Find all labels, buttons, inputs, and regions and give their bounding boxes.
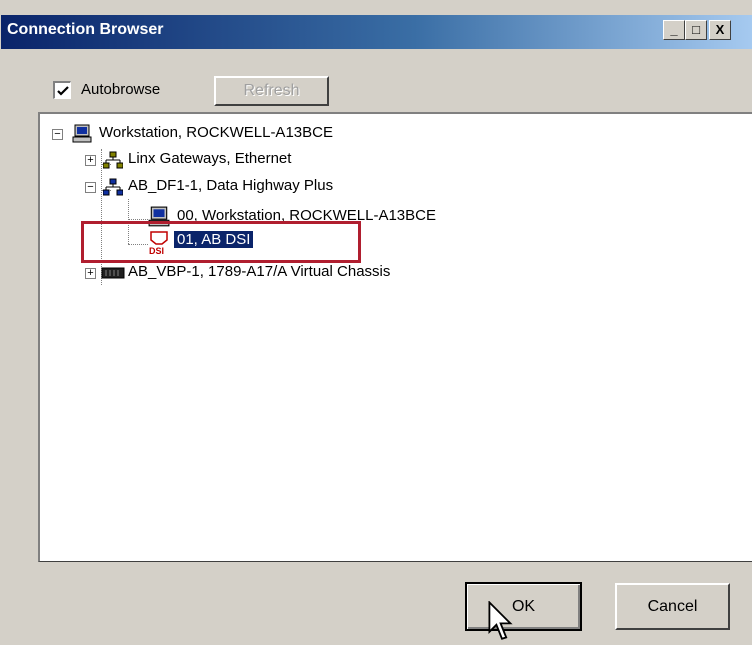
- tree-node-label: Workstation, ROCKWELL-A13BCE: [99, 124, 333, 141]
- cancel-button[interactable]: Cancel: [615, 583, 730, 630]
- collapse-icon[interactable]: −: [85, 182, 96, 193]
- maximize-icon: □: [692, 22, 700, 37]
- expand-icon[interactable]: +: [85, 155, 96, 166]
- tree-connector-line: [128, 219, 148, 220]
- highlight-annotation-box: [81, 221, 361, 263]
- expand-icon[interactable]: +: [85, 268, 96, 279]
- network-icon: [103, 178, 123, 196]
- connection-tree[interactable]: − Workstation, ROCKWELL-A13BCE + Linx Ga…: [38, 112, 752, 562]
- minimize-button[interactable]: _: [663, 20, 685, 40]
- network-icon: [103, 151, 123, 169]
- collapse-icon[interactable]: −: [52, 129, 63, 140]
- autobrowse-checkbox[interactable]: [53, 81, 71, 99]
- checkmark-icon: [57, 86, 69, 96]
- chassis-icon: [101, 267, 125, 279]
- title-bar[interactable]: Connection Browser _ □ X: [1, 15, 752, 49]
- workstation-icon: [72, 124, 92, 143]
- close-button[interactable]: X: [709, 20, 731, 40]
- tree-node-label: AB_VBP-1, 1789-A17/A Virtual Chassis: [128, 263, 391, 280]
- maximize-button[interactable]: □: [685, 20, 707, 40]
- mouse-pointer-icon: [488, 601, 513, 640]
- connection-browser-window: Connection Browser _ □ X Autobrowse Refr…: [0, 0, 752, 645]
- window-title: Connection Browser: [7, 21, 164, 38]
- minimize-icon: _: [670, 22, 678, 37]
- refresh-button-label: Refresh: [243, 82, 300, 99]
- ok-button[interactable]: OK: [465, 582, 582, 631]
- cancel-button-label: Cancel: [647, 598, 698, 615]
- close-icon: X: [715, 22, 725, 37]
- tree-node-linx-gateways[interactable]: + Linx Gateways, Ethernet: [85, 149, 485, 171]
- tree-node-root[interactable]: − Workstation, ROCKWELL-A13BCE: [52, 123, 472, 145]
- tree-node-label: AB_DF1-1, Data Highway Plus: [128, 177, 334, 194]
- tree-node-ab-df1[interactable]: − AB_DF1-1, Data Highway Plus: [85, 176, 485, 198]
- tree-node-label: Linx Gateways, Ethernet: [128, 150, 292, 167]
- autobrowse-label: Autobrowse: [81, 81, 161, 98]
- tree-node-ab-vbp[interactable]: + AB_VBP-1, 1789-A17/A Virtual Chassis: [85, 262, 525, 284]
- refresh-button[interactable]: Refresh: [214, 76, 329, 106]
